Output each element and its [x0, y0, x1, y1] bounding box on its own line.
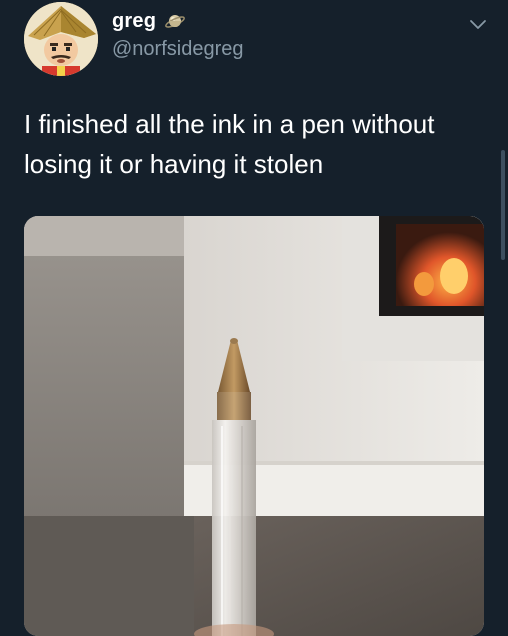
tweet-media-photo[interactable] [24, 216, 484, 636]
avatar[interactable] [24, 2, 98, 76]
tweet-text: I finished all the ink in a pen without … [24, 109, 435, 179]
avatar-image [24, 2, 98, 76]
display-name[interactable]: greg [112, 10, 156, 33]
photo-pen-tip [24, 216, 484, 636]
user-handle[interactable]: @norfsidegreg [112, 38, 243, 61]
tweet-card: greg @norfsidegreg I finished all the in… [0, 0, 508, 636]
author-name-row: greg [112, 8, 186, 34]
tweet-menu-button[interactable] [466, 12, 490, 36]
scrollbar[interactable] [501, 150, 505, 260]
saturn-planet-icon [164, 10, 186, 32]
chevron-down-icon [470, 20, 486, 29]
